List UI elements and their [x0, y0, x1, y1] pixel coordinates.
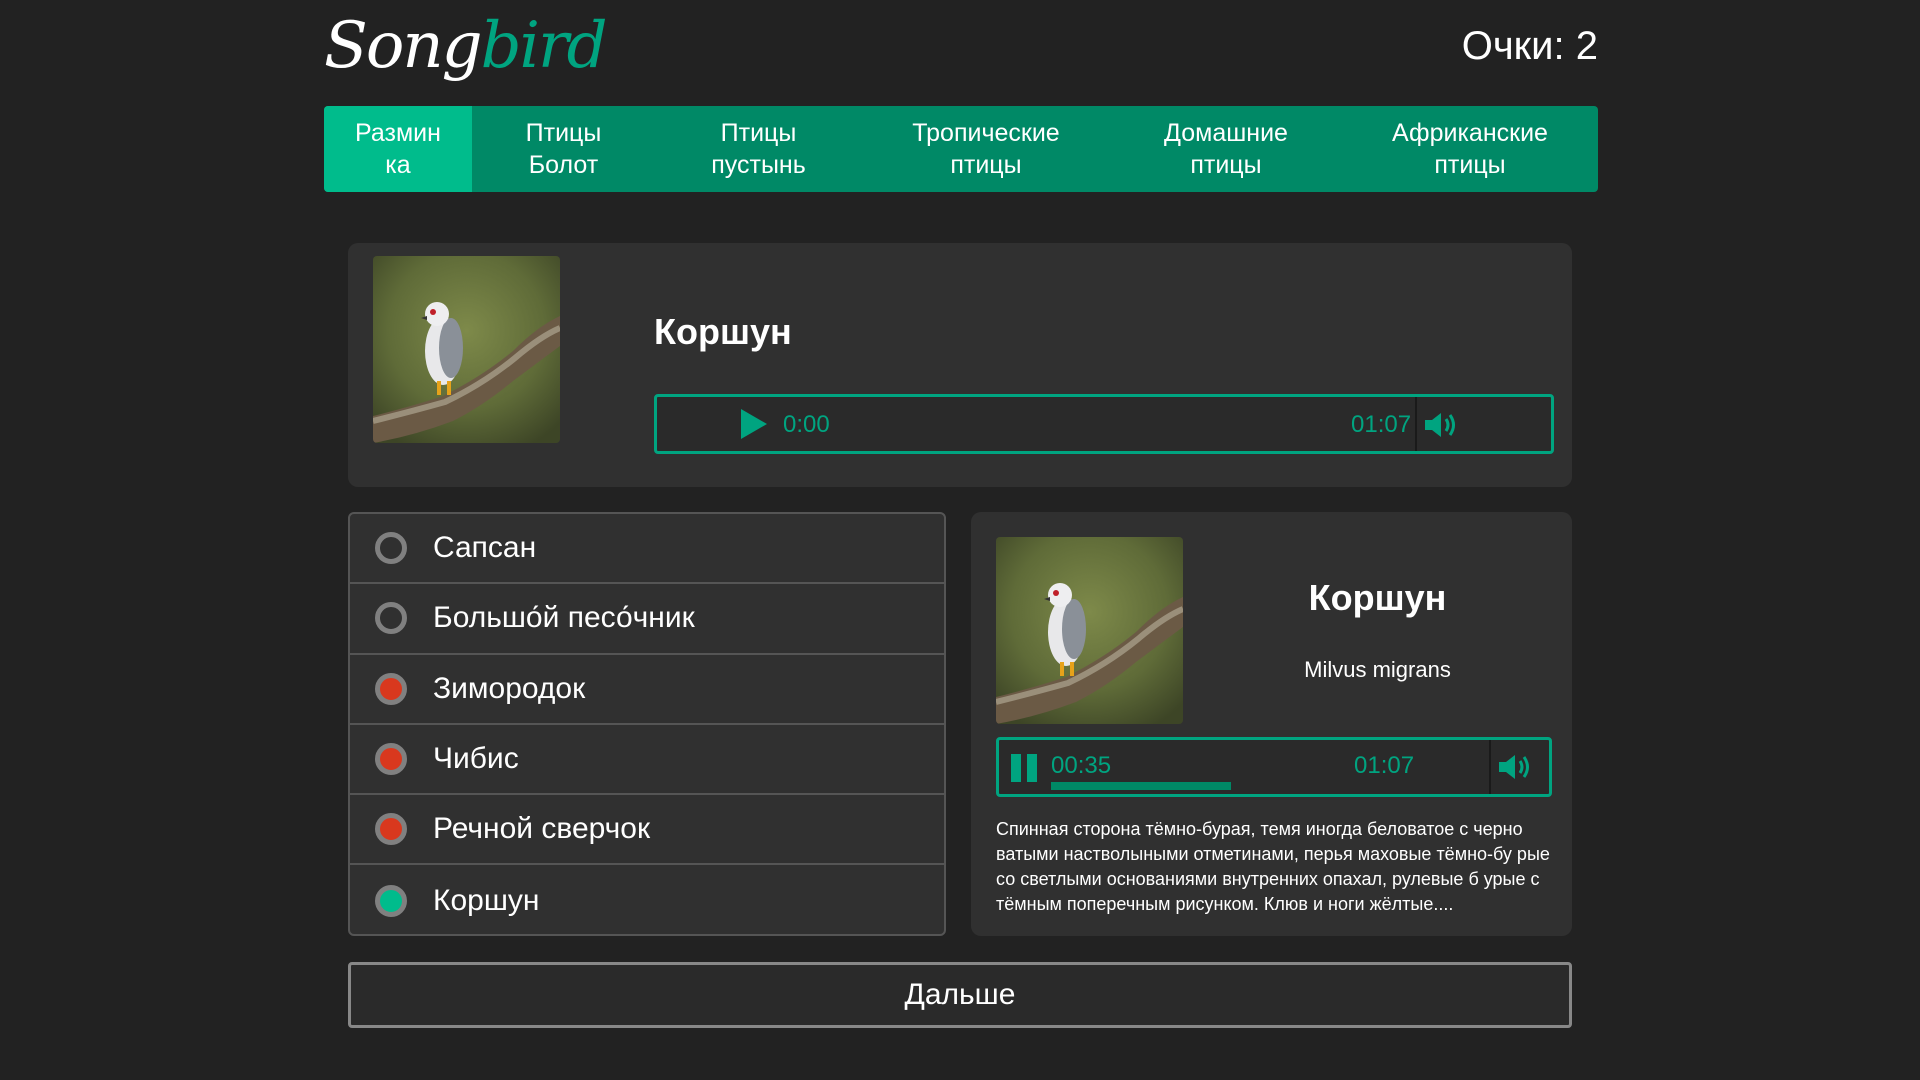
nav-item-label-line1: Африканские: [1392, 119, 1548, 147]
details-latin-name: Milvus migrans: [1304, 657, 1451, 682]
answer-label: Сапсан: [433, 531, 537, 565]
answer-option[interactable]: Речной сверчок: [350, 795, 944, 866]
nav-item-african-birds[interactable]: Африканские птицы: [1342, 106, 1598, 192]
answer-indicator-wrong: [375, 743, 407, 776]
answer-indicator-wrong: [375, 813, 407, 846]
answer-label: Речной сверчок: [433, 812, 651, 846]
pause-icon[interactable]: [1011, 754, 1039, 782]
details-bird-name: Коршун: [1308, 577, 1447, 618]
nav-item-label-line1: Птицы: [720, 119, 797, 147]
details-bird-image: [996, 537, 1183, 724]
nav-item-tropical-birds[interactable]: Тропические птицы: [862, 106, 1110, 192]
duration: 01:07: [1354, 752, 1415, 779]
nav-item-label-line2: пустынь: [711, 151, 806, 179]
nav-item-desert-birds[interactable]: Птицы пустынь: [655, 106, 862, 192]
next-button[interactable]: Дальше: [348, 962, 1572, 1028]
nav-item-label-line2: птицы: [950, 151, 1022, 179]
question-bird-name: Коршун: [654, 311, 792, 352]
songbird-logo: Songbird: [324, 14, 608, 78]
player-divider: [1415, 397, 1417, 451]
nav-item-label-line1: Размин: [355, 119, 441, 147]
question-bird-image: [373, 256, 560, 443]
answer-option[interactable]: Чибис: [350, 725, 944, 796]
nav-item-label-line1: Птицы: [525, 119, 602, 147]
volume-icon[interactable]: [1497, 752, 1537, 782]
play-icon[interactable]: [741, 409, 767, 439]
question-audio-player: 0:00 01:07: [654, 394, 1554, 454]
answer-indicator: [375, 602, 407, 635]
progress-fill: [1051, 782, 1231, 790]
details-audio-player: 00:35 01:07: [996, 737, 1552, 797]
nav-item-swamp-birds[interactable]: Птицы Болот: [472, 106, 655, 192]
answer-indicator-correct: [375, 884, 407, 917]
nav-item-label-line1: Тропические: [912, 119, 1060, 147]
answer-label: Большо́й песо́чник: [433, 601, 695, 635]
details-description: Спинная сторона тёмно-бурая, темя иногда…: [996, 819, 1550, 914]
logo-part-bird: bird: [480, 9, 608, 83]
current-time: 00:35: [1051, 752, 1112, 779]
duration: 01:07: [1351, 411, 1412, 438]
nav-item-domestic-birds[interactable]: Домашние птицы: [1110, 106, 1342, 192]
volume-icon[interactable]: [1423, 410, 1463, 440]
question-panel: Коршун 0:00 01:07: [348, 243, 1572, 487]
nav-item-label-line2: птицы: [1190, 151, 1262, 179]
answer-indicator-wrong: [375, 672, 407, 705]
answer-option[interactable]: Коршун: [350, 865, 944, 934]
score-display: Очки: 2: [1461, 24, 1598, 68]
answer-indicator: [375, 532, 407, 565]
nav-item-label-line2: птицы: [1434, 151, 1506, 179]
nav-item-label-line1: Домашние: [1164, 119, 1288, 147]
answer-option[interactable]: Зимородок: [350, 655, 944, 725]
current-time: 0:00: [783, 411, 830, 438]
category-nav: Размин ка Птицы Болот Птицы пустынь Тропиче…: [324, 106, 1598, 192]
answer-label: Коршун: [433, 883, 540, 917]
nav-item-warmup[interactable]: Размин ка: [324, 106, 472, 192]
answer-label: Чибис: [433, 742, 519, 776]
logo-part-song: Song: [324, 9, 483, 83]
nav-item-label-line2: ка: [385, 151, 411, 179]
player-divider: [1489, 740, 1491, 794]
answer-option[interactable]: Сапсан: [350, 514, 944, 585]
header: Songbird Очки: 2: [324, 0, 1598, 106]
answer-option[interactable]: Большо́й песо́чник: [350, 584, 944, 655]
bird-details-panel: Коршун Milvus migrans 00:35 01:07 Спинна…: [971, 512, 1572, 936]
nav-item-label-line2: Болот: [528, 151, 599, 179]
answer-label: Зимородок: [433, 671, 586, 705]
answer-list: Сапсан Большо́й песо́чник Зимородок Чиби…: [348, 512, 946, 936]
